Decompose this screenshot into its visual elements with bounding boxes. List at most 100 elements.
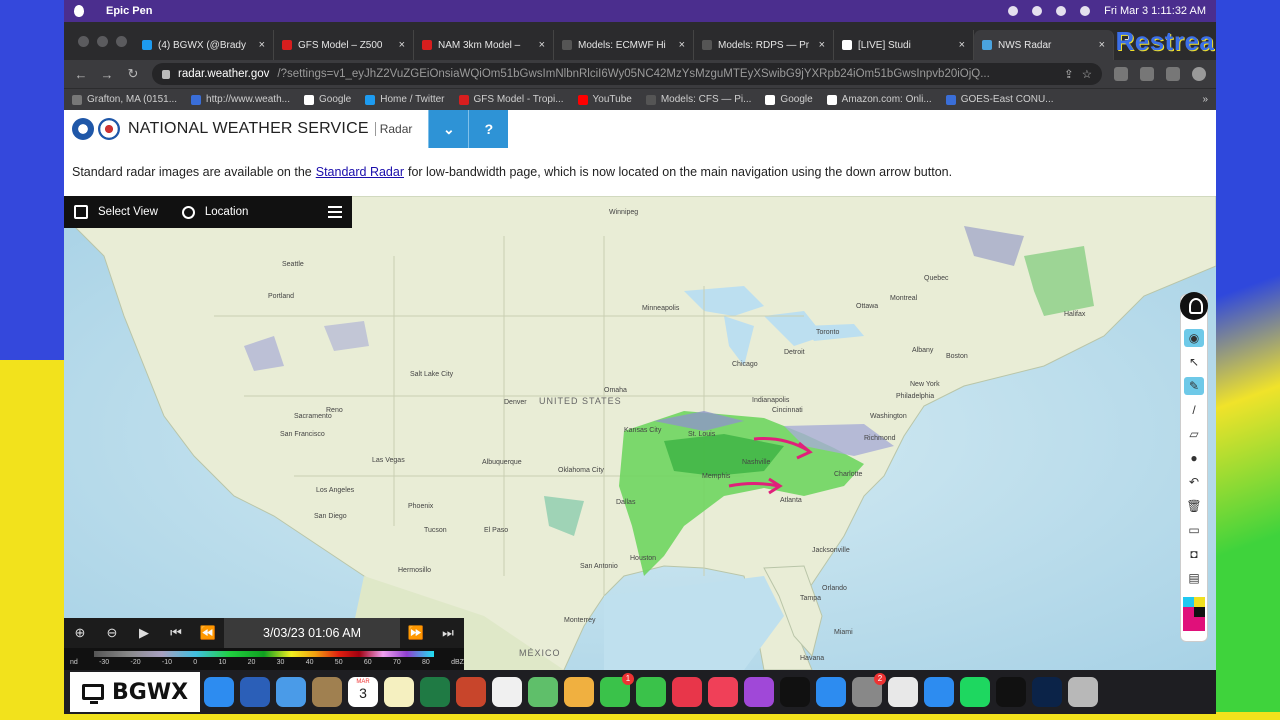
- browser-tab[interactable]: GFS Model – Z500 ×: [274, 30, 414, 60]
- menubar-clock[interactable]: Fri Mar 3 1:11:32 AM: [1104, 5, 1206, 17]
- dock-app-trash-icon[interactable]: [1068, 677, 1098, 707]
- close-window-button[interactable]: [78, 36, 89, 47]
- bookmark-item[interactable]: GOES-East CONU...: [945, 94, 1054, 105]
- site-title[interactable]: NATIONAL WEATHER SERVICE: [128, 120, 369, 138]
- close-tab-icon[interactable]: ×: [539, 39, 545, 51]
- dock-app-mail-icon[interactable]: [276, 677, 306, 707]
- dock-app-maps-icon[interactable]: [528, 677, 558, 707]
- pen-icon[interactable]: /: [1184, 401, 1204, 419]
- step-back-button[interactable]: ⏪: [192, 625, 224, 641]
- skip-to-start-button[interactable]: ⏮: [160, 625, 192, 641]
- map-canvas[interactable]: Winnipeg Minneapolis Chicago Detroit Toronto…: [64, 196, 1216, 670]
- browser-tab[interactable]: (4) BGWX (@Brady ×: [134, 30, 274, 60]
- dock-app-reminders-icon[interactable]: [492, 677, 522, 707]
- back-button[interactable]: ←: [74, 67, 88, 82]
- browser-tab[interactable]: NAM 3km Model – ×: [414, 30, 554, 60]
- radar-map[interactable]: Winnipeg Minneapolis Chicago Detroit Toronto…: [64, 196, 1216, 670]
- play-button[interactable]: ▶: [128, 625, 160, 641]
- dock-app-epic-pen-icon[interactable]: [996, 677, 1026, 707]
- clipboard-icon[interactable]: ▤: [1184, 569, 1204, 587]
- dock-app-word-icon[interactable]: [240, 677, 270, 707]
- bookmark-item[interactable]: YouTube: [577, 94, 632, 105]
- dock-app-music-icon[interactable]: [708, 677, 738, 707]
- close-tab-icon[interactable]: ×: [819, 39, 825, 51]
- search-icon[interactable]: [1080, 6, 1091, 16]
- status-icon[interactable]: [1032, 6, 1043, 16]
- dock-app-photos-icon[interactable]: [564, 677, 594, 707]
- bookmark-star-icon[interactable]: ☆: [1082, 67, 1092, 81]
- extension-icon[interactable]: [1114, 67, 1128, 81]
- dock-app-podcasts-icon[interactable]: [744, 677, 774, 707]
- dock-app-bluetooth-icon[interactable]: [924, 677, 954, 707]
- help-button[interactable]: ?: [468, 110, 509, 148]
- dock-app-notes-brown-icon[interactable]: [312, 677, 342, 707]
- extension-icon[interactable]: [1140, 67, 1154, 81]
- bookmark-item[interactable]: Google: [765, 94, 813, 105]
- status-icon[interactable]: [1008, 6, 1019, 16]
- eraser-icon[interactable]: ▱: [1184, 425, 1204, 443]
- close-tab-icon[interactable]: ×: [1099, 39, 1105, 51]
- bookmarks-overflow-button[interactable]: »: [1202, 94, 1208, 105]
- close-tab-icon[interactable]: ×: [959, 39, 965, 51]
- browser-tab[interactable]: Models: RDPS — Pr ×: [694, 30, 834, 60]
- dock-app-notes-icon[interactable]: [384, 677, 414, 707]
- dock-app-powerpoint-icon[interactable]: [456, 677, 486, 707]
- location-button[interactable]: Location: [172, 205, 262, 219]
- menubar-app-name[interactable]: Epic Pen: [106, 5, 152, 17]
- dock-app-spotify-icon[interactable]: [960, 677, 990, 707]
- close-tab-icon[interactable]: ×: [399, 39, 405, 51]
- dock-app-app-store-icon[interactable]: [816, 677, 846, 707]
- wifi-icon[interactable]: [1056, 6, 1067, 16]
- browser-tab[interactable]: NWS Radar ×: [974, 30, 1114, 60]
- lock-icon[interactable]: [162, 69, 170, 79]
- bookmark-item[interactable]: Home / Twitter: [365, 94, 445, 105]
- close-tab-icon[interactable]: ×: [259, 39, 265, 51]
- dock-app-news-icon[interactable]: [672, 677, 702, 707]
- hamburger-menu-icon[interactable]: [328, 206, 342, 218]
- color-swatches[interactable]: [1183, 597, 1205, 631]
- reload-button[interactable]: ↻: [126, 66, 140, 82]
- dock-app-photoshop-icon[interactable]: [1032, 677, 1062, 707]
- trash-icon[interactable]: 🗑: [1184, 497, 1204, 515]
- dock-app-chrome-icon[interactable]: [888, 677, 918, 707]
- skip-to-end-button[interactable]: ⏭: [432, 625, 464, 641]
- share-icon[interactable]: ⇪: [1064, 67, 1074, 81]
- zoom-window-button[interactable]: [116, 36, 127, 47]
- cursor-icon[interactable]: ↖: [1184, 353, 1204, 371]
- bookmark-item[interactable]: http://www.weath...: [191, 94, 290, 105]
- forward-button[interactable]: →: [100, 67, 114, 82]
- bookmark-item[interactable]: Grafton, MA (0151...: [72, 94, 177, 105]
- undo-icon[interactable]: ↶: [1184, 473, 1204, 491]
- dock-app-excel-icon[interactable]: [420, 677, 450, 707]
- highlighter-icon[interactable]: ✎: [1184, 377, 1204, 395]
- standard-radar-link[interactable]: Standard Radar: [316, 165, 404, 179]
- dock-app-facetime-icon[interactable]: [636, 677, 666, 707]
- dock-app-safari-icon[interactable]: [204, 677, 234, 707]
- brush-size-icon[interactable]: ●: [1184, 449, 1204, 467]
- select-view-button[interactable]: Select View: [64, 205, 172, 219]
- minimize-window-button[interactable]: [97, 36, 108, 47]
- browser-tab[interactable]: Models: ECMWF Hi ×: [554, 30, 694, 60]
- bookmark-item[interactable]: Amazon.com: Onli...: [826, 94, 932, 105]
- dock-app-system-settings-icon[interactable]: 2: [852, 673, 886, 707]
- step-forward-button[interactable]: ⏩: [400, 625, 432, 641]
- whiteboard-icon[interactable]: ▭: [1184, 521, 1204, 539]
- zoom-out-button[interactable]: ⊖: [96, 625, 128, 641]
- close-tab-icon[interactable]: ×: [679, 39, 685, 51]
- bookmark-item[interactable]: Models: CFS — Pi...: [645, 94, 751, 105]
- camera-icon[interactable]: ◘: [1184, 545, 1204, 563]
- address-bar[interactable]: radar.weather.gov /?settings=v1_eyJhZ2VuZ…: [152, 63, 1102, 85]
- apple-icon[interactable]: [74, 5, 84, 17]
- eye-icon[interactable]: ◉: [1184, 329, 1204, 347]
- nav-dropdown-button[interactable]: ⌄: [428, 110, 469, 148]
- bookmark-item[interactable]: GFS Model - Tropi...: [458, 94, 564, 105]
- nws-logo-icon[interactable]: [98, 118, 120, 140]
- profile-avatar[interactable]: [1192, 67, 1206, 81]
- zoom-in-button[interactable]: ⊕: [64, 625, 96, 641]
- dock-app-calendar-icon[interactable]: MAR 3: [348, 677, 378, 707]
- dock-app-tv-icon[interactable]: [780, 677, 810, 707]
- noaa-logo-icon[interactable]: [72, 118, 94, 140]
- extensions-puzzle-icon[interactable]: [1166, 67, 1180, 81]
- browser-tab[interactable]: [LIVE] Studi ×: [834, 30, 974, 60]
- bookmark-item[interactable]: Google: [303, 94, 351, 105]
